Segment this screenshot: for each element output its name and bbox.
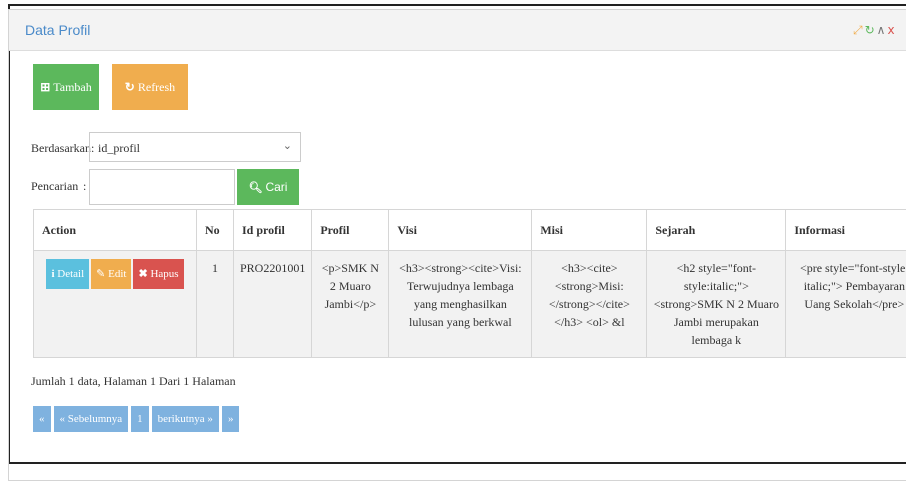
sejarah-cell: <h2 style="font-style:italic;"><strong>S… xyxy=(647,251,786,358)
refresh-icon: ↻ xyxy=(125,80,135,95)
edit-label: Edit xyxy=(108,268,126,280)
close-icon[interactable]: x xyxy=(887,23,894,37)
profil-cell: <p>SMK N 2 Muaro Jambi</p> xyxy=(312,251,389,358)
edit-button[interactable]: ✎ Edit xyxy=(91,259,131,289)
table-header-row: Action No Id profil Profil Visi Misi Sej… xyxy=(34,210,906,251)
plus-icon: ⊞ xyxy=(40,80,50,95)
id-profil-cell: PRO2201001 xyxy=(234,251,312,358)
hapus-label: Hapus xyxy=(150,268,178,280)
refresh-label: Refresh xyxy=(138,80,175,95)
panel-tools: ⤢↻∧x xyxy=(853,23,897,38)
refresh-icon[interactable]: ↻ xyxy=(865,23,875,37)
chevron-down-icon: ⌄ xyxy=(283,139,292,152)
expand-icon[interactable]: ⤢ xyxy=(853,23,863,37)
col-sejarah: Sejarah xyxy=(647,210,786,251)
visi-cell: <h3><strong><cite>Visi: Terwujudnya lemb… xyxy=(389,251,532,358)
info-icon: i xyxy=(51,268,54,280)
data-table: Action No Id profil Profil Visi Misi Sej… xyxy=(33,209,906,358)
col-action: Action xyxy=(34,210,197,251)
detail-label: Detail xyxy=(57,268,84,280)
col-visi: Visi xyxy=(389,210,532,251)
next-page-button[interactable]: berikutnya » xyxy=(152,406,219,432)
panel-header: Data Profil ⤢↻∧x xyxy=(9,10,906,51)
hapus-button[interactable]: ✖ Hapus xyxy=(133,259,183,289)
panel-title: Data Profil xyxy=(25,22,90,38)
summary-text: Jumlah 1 data, Halaman 1 Dari 1 Halaman xyxy=(31,374,236,389)
tambah-button[interactable]: ⊞Tambah xyxy=(33,64,99,110)
first-page-button[interactable]: « xyxy=(33,406,51,432)
col-informasi: Informasi xyxy=(786,210,906,251)
data-profil-panel: Data Profil ⤢↻∧x ⊞Tambah ↻Refresh Berdas… xyxy=(8,9,906,481)
col-id-profil: Id profil xyxy=(234,210,312,251)
tambah-label: Tambah xyxy=(53,80,91,95)
pagination: « « Sebelumnya 1 berikutnya » » xyxy=(33,406,239,432)
prev-page-button[interactable]: « Sebelumnya xyxy=(54,406,129,432)
col-profil: Profil xyxy=(312,210,389,251)
detail-button[interactable]: i Detail xyxy=(46,259,89,289)
search-input[interactable] xyxy=(89,169,235,205)
pencarian-label: Pencarian xyxy=(31,179,78,194)
no-cell: 1 xyxy=(197,251,234,358)
cari-button[interactable]: 🔍︎Cari xyxy=(237,169,299,205)
pencarian-separator: : xyxy=(83,179,86,194)
action-cell: i Detail ✎ Edit ✖ Hapus xyxy=(34,251,197,358)
close-icon: ✖ xyxy=(138,268,147,280)
table-row: i Detail ✎ Edit ✖ Hapus 1 PRO2201001 <p>… xyxy=(34,251,906,358)
informasi-cell: <pre style="font-style: italic;"> Pembay… xyxy=(786,251,906,358)
misi-cell: <h3><cite> <strong>Misi: </strong></cite… xyxy=(532,251,647,358)
refresh-button[interactable]: ↻Refresh xyxy=(112,64,188,110)
search-icon: 🔍︎ xyxy=(249,181,263,194)
berdasarkan-label: Berdasarkan: xyxy=(31,141,94,156)
current-page[interactable]: 1 xyxy=(131,406,149,432)
collapse-icon[interactable]: ∧ xyxy=(877,23,886,37)
edit-icon: ✎ xyxy=(96,267,105,280)
col-misi: Misi xyxy=(532,210,647,251)
col-no: No xyxy=(197,210,234,251)
select-value: id_profil xyxy=(98,141,140,155)
last-page-button[interactable]: » xyxy=(222,406,240,432)
search-field-select[interactable]: id_profil ⌄ xyxy=(89,132,301,162)
cari-label: Cari xyxy=(265,180,287,194)
